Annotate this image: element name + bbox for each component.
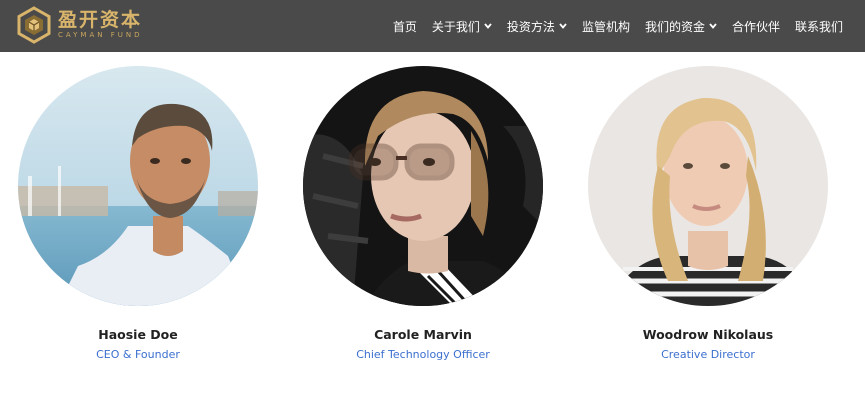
nav-item-partners[interactable]: 合作伙伴 [732,18,780,35]
nav-item-label: 监管机构 [581,19,630,34]
nav-item-label: 投资方法 [506,19,555,34]
logo-hexagon-icon [17,6,51,44]
woman-blonde-portrait-photo [588,66,828,306]
nav-item-label: 我们的资金 [644,19,705,34]
member-name: Haosie Doe [98,327,178,342]
nav-item-label: 关于我们 [431,19,480,34]
member-role: Chief Technology Officer [356,348,490,361]
nav-item-regulators[interactable]: 监管机构 [582,18,630,35]
nav-item-contact[interactable]: 联系我们 [795,18,843,35]
nav-item-label: 首页 [392,19,417,34]
nav-item-label: 联系我们 [794,19,843,34]
nav-item-about[interactable]: 关于我们 [432,18,492,35]
nav-item-label: 合作伙伴 [731,19,780,34]
team-member-card: Woodrow Nikolaus Creative Director [588,66,828,363]
top-navbar: 盈开资本 CAYMAN FUND 首页 关于我们 投资方法 监管机构 我们的资金… [0,0,865,52]
member-role: CEO & Founder [96,348,180,361]
team-member-card: Carole Marvin Chief Technology Officer [303,66,543,363]
team-section: Haosie Doe CEO & Founder Carole Marvin C… [0,52,865,417]
nav-item-our-funds[interactable]: 我们的资金 [645,18,717,35]
brand-logo[interactable]: 盈开资本 CAYMAN FUND [16,6,142,44]
member-role: Creative Director [661,348,755,361]
man-portrait-photo [18,66,258,306]
brand-name-en: CAYMAN FUND [58,31,143,39]
brand-name-cn: 盈开资本 [58,9,143,31]
woman-glasses-portrait-photo [303,66,543,306]
nav-item-investment-method[interactable]: 投资方法 [507,18,567,35]
chevron-down-icon [709,23,717,29]
member-name: Woodrow Nikolaus [642,327,774,342]
main-nav: 首页 关于我们 投资方法 监管机构 我们的资金 合作伙伴 联系我们 [393,0,843,52]
nav-item-home[interactable]: 首页 [393,18,417,35]
team-member-card: Haosie Doe CEO & Founder [18,66,258,363]
member-name: Carole Marvin [374,327,472,342]
chevron-down-icon [484,23,492,29]
chevron-down-icon [559,23,567,29]
